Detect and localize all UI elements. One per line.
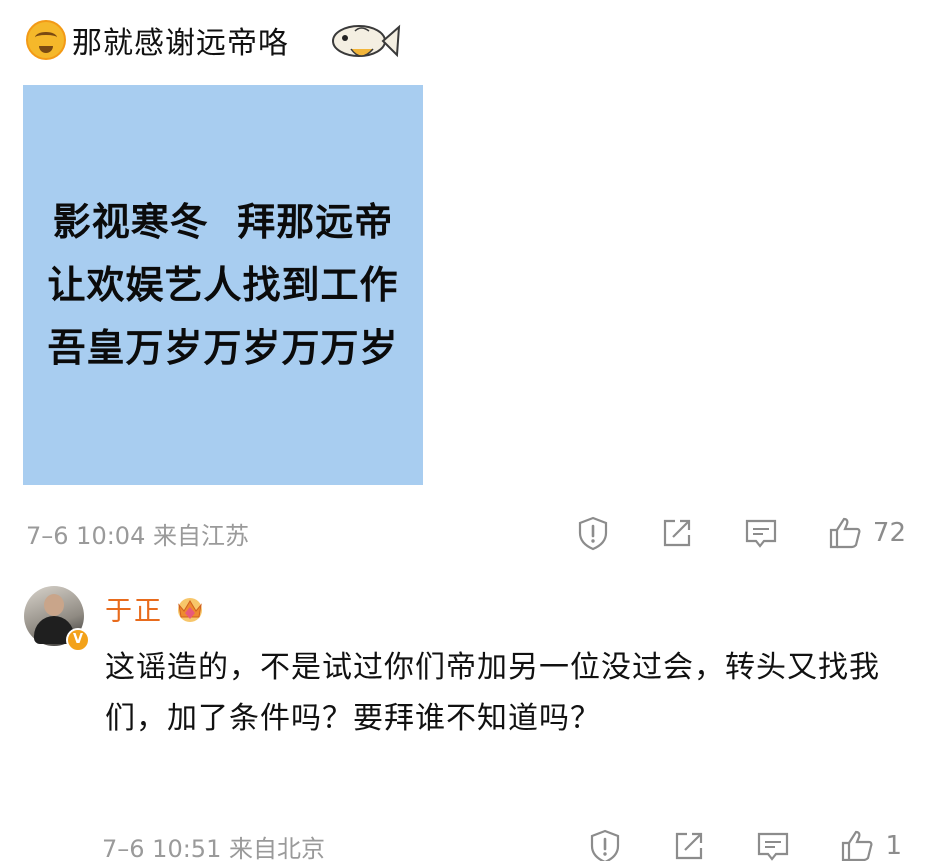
report-icon[interactable] [575, 515, 611, 551]
reply-icon[interactable] [743, 515, 779, 551]
verified-badge-icon: V [66, 628, 90, 652]
meme-image[interactable]: 影视寒冬 拜那远帝 让欢娱艺人找到工作 吾皇万岁万岁万万岁 [23, 85, 423, 485]
crown-vip-icon [178, 598, 202, 622]
share-icon[interactable] [659, 515, 695, 551]
comment-1-header: 那就感谢远帝咯 [26, 12, 401, 68]
meme-line-2: 让欢娱艺人找到工作 [47, 262, 399, 307]
comment-1-meta: 7–6 10:04 来自江苏 72 [26, 513, 906, 553]
comment-2-author-row: 于正 [105, 588, 207, 628]
meme-line-1: 影视寒冬 拜那远帝 [52, 199, 394, 244]
like-icon[interactable] [827, 515, 863, 551]
dizzy-face-emoji-icon [26, 20, 66, 60]
share-icon[interactable] [671, 828, 707, 861]
comment-1-text: 那就感谢远帝咯 [72, 26, 289, 61]
comment-1-timestamp-location: 7–6 10:04 来自江苏 [26, 521, 249, 550]
avatar[interactable]: V [24, 586, 90, 652]
fish-sticker-icon [332, 24, 401, 58]
comment-thread: 那就感谢远帝咯 影视寒冬 拜那远帝 让欢娱艺人找到工作 吾皇万岁万岁万万岁 7–… [0, 0, 930, 861]
like-icon[interactable] [839, 828, 875, 861]
meme-line-3: 吾皇万岁万岁万万岁 [47, 325, 399, 370]
comment-1-actions: 72 [575, 513, 906, 553]
report-icon[interactable] [587, 828, 623, 861]
comment-2-text: 这谣造的，不是试过你们帝加另一位没过会，转头又找我们，加了条件吗？要拜谁不知道吗… [105, 650, 880, 736]
comment-2-like-count: 1 [885, 831, 902, 861]
reply-icon[interactable] [755, 828, 791, 861]
comment-1-like-count: 72 [872, 518, 906, 548]
comment-2-actions: 1 [587, 826, 902, 861]
comment-2-meta: 7–6 10:51 来自北京 1 [102, 826, 902, 861]
author-name[interactable]: 于正 [105, 589, 163, 628]
comment-2-timestamp-location: 7–6 10:51 来自北京 [102, 834, 325, 861]
